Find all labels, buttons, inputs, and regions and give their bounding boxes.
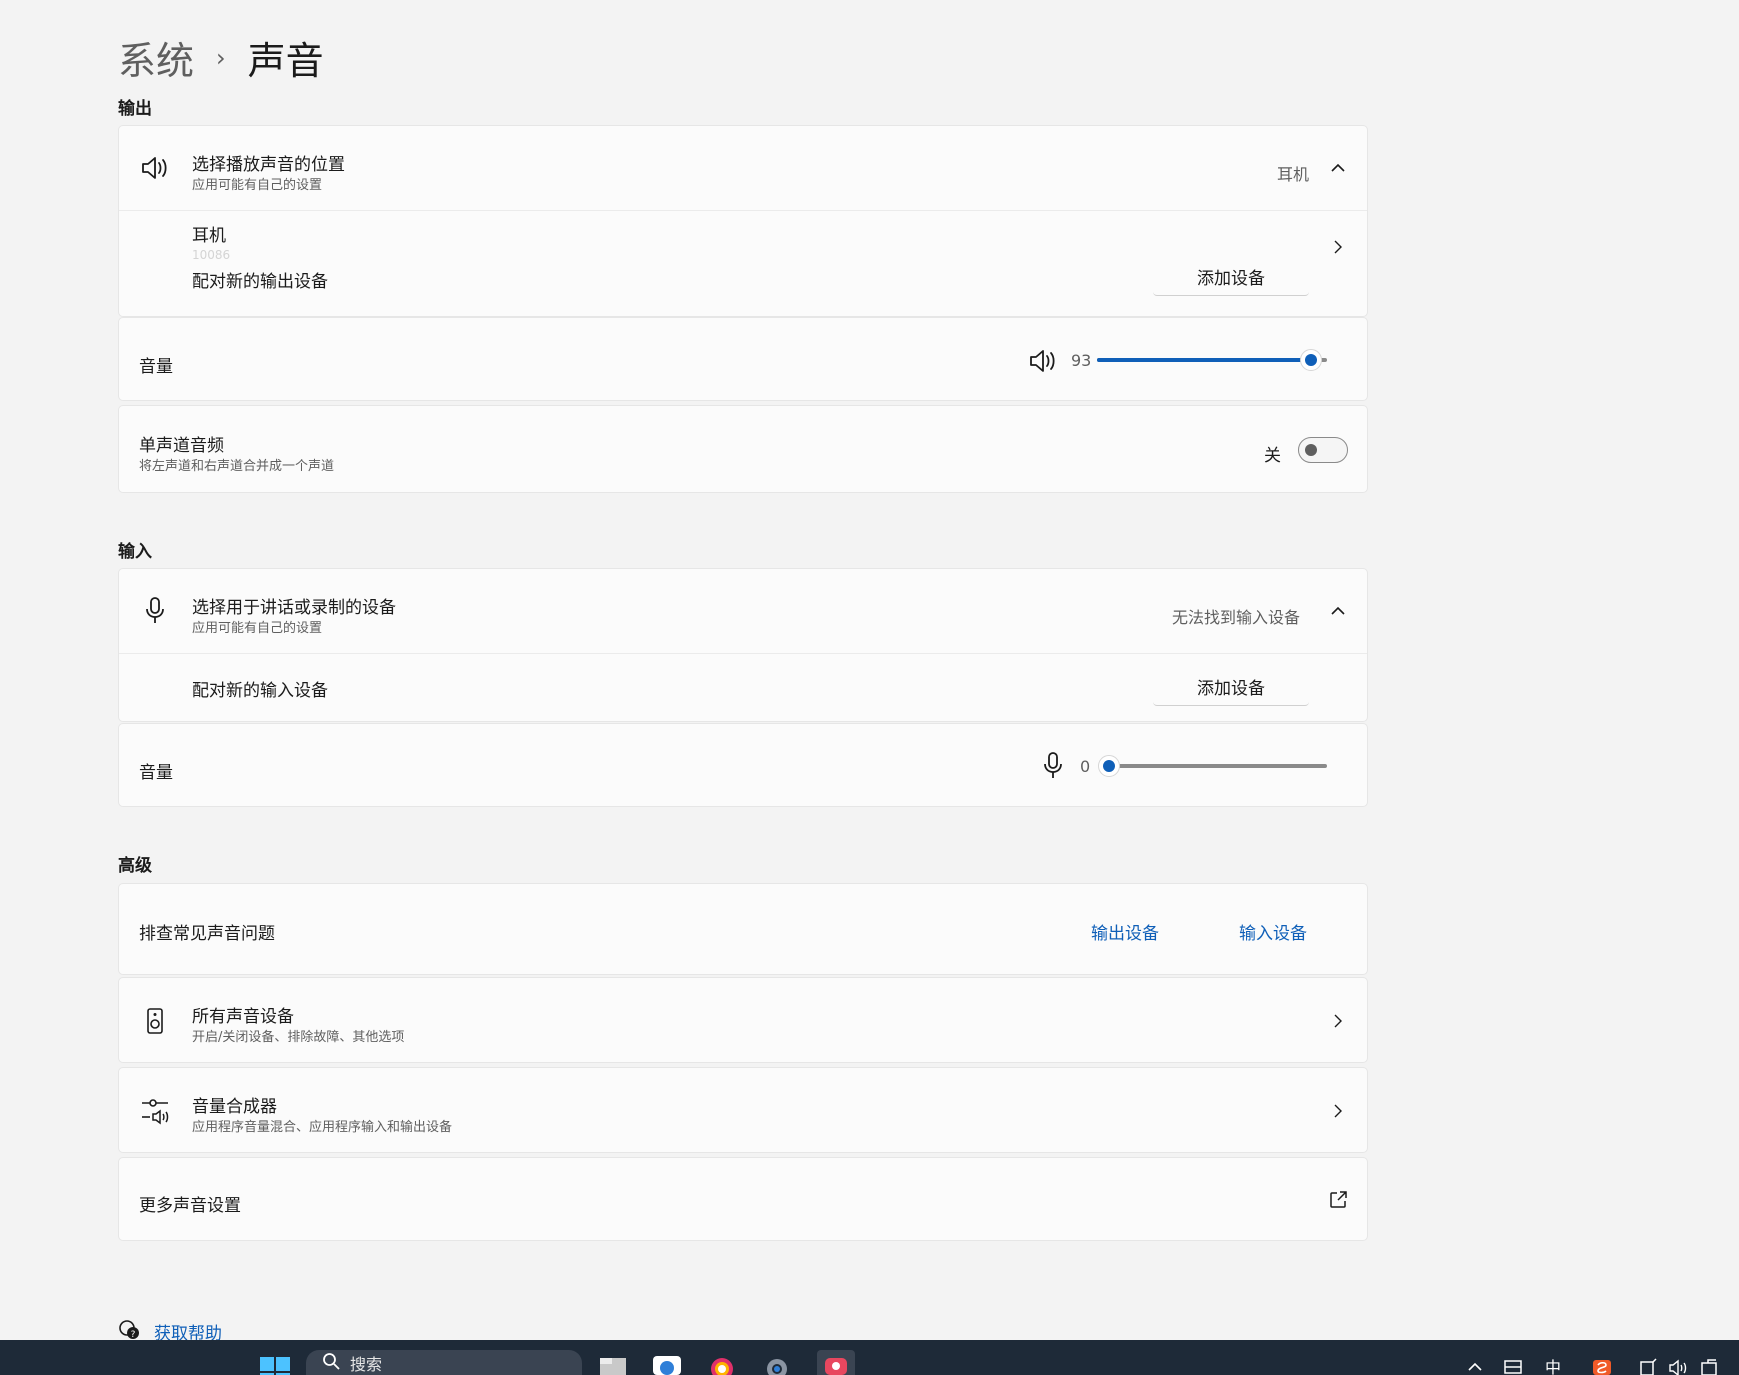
volume-mixer-subtitle: 应用程序音量混合、应用程序输入和输出设备 bbox=[192, 1120, 453, 1135]
chevron-right-icon[interactable] bbox=[1330, 239, 1346, 255]
pair-input-device-label: 配对新的输入设备 bbox=[192, 681, 328, 701]
mono-audio-toggle[interactable] bbox=[1298, 437, 1348, 463]
input-volume-slider[interactable] bbox=[1098, 755, 1327, 777]
all-sound-devices-title: 所有声音设备 bbox=[192, 1007, 294, 1027]
chevron-up-icon[interactable] bbox=[1330, 603, 1346, 619]
volume-mixer-card[interactable]: 音量合成器 应用程序音量混合、应用程序输入和输出设备 bbox=[118, 1067, 1368, 1153]
mono-audio-subtitle: 将左声道和右声道合并成一个声道 bbox=[139, 459, 335, 474]
page-title: 声音 bbox=[247, 39, 324, 83]
troubleshoot-input-link[interactable]: 输入设备 bbox=[1239, 919, 1307, 944]
speaker-icon bbox=[139, 152, 171, 184]
output-volume-thumb[interactable] bbox=[1299, 349, 1322, 371]
output-volume-slider[interactable] bbox=[1097, 349, 1327, 371]
all-sound-devices-card[interactable]: 所有声音设备 开启/关闭设备、排除故障、其他选项 bbox=[118, 977, 1368, 1063]
input-device-picker[interactable]: 选择用于讲话或录制的设备 应用可能有自己的设置 无法找到输入设备 bbox=[119, 569, 1367, 653]
section-title-advanced: 高级 bbox=[118, 856, 152, 876]
pair-output-device-label: 配对新的输出设备 bbox=[192, 272, 328, 292]
input-device-picker-title: 选择用于讲话或录制的设备 bbox=[192, 598, 396, 618]
settings-gear-icon[interactable] bbox=[762, 1354, 792, 1375]
sogou-ime-icon[interactable] bbox=[1592, 1356, 1612, 1375]
speaker-device-icon bbox=[139, 1005, 171, 1037]
layout-icon[interactable] bbox=[1503, 1356, 1523, 1375]
input-device-card: 选择用于讲话或录制的设备 应用可能有自己的设置 无法找到输入设备 配对新的输入设… bbox=[118, 568, 1368, 722]
breadcrumb-separator: › bbox=[216, 43, 226, 72]
input-volume-value: 0 bbox=[1080, 757, 1091, 776]
all-sound-devices-subtitle: 开启/关闭设备、排除故障、其他选项 bbox=[192, 1030, 405, 1045]
input-volume-thumb[interactable] bbox=[1098, 755, 1120, 777]
input-device-picker-subtitle: 应用可能有自己的设置 bbox=[192, 621, 323, 636]
taskbar-search[interactable]: 搜索 bbox=[306, 1350, 582, 1375]
taskbar-search-label: 搜索 bbox=[350, 1354, 383, 1374]
breadcrumb-parent[interactable]: 系统 bbox=[118, 30, 194, 85]
input-volume-card: 音量 0 bbox=[118, 723, 1368, 807]
divider bbox=[119, 653, 1367, 654]
add-output-device-button[interactable]: 添加设备 bbox=[1153, 258, 1309, 296]
output-volume-card: 音量 93 bbox=[118, 317, 1368, 401]
output-volume-value: 93 bbox=[1071, 351, 1092, 370]
external-link-icon[interactable] bbox=[1328, 1190, 1348, 1210]
output-device-picker-title: 选择播放声音的位置 bbox=[192, 155, 345, 175]
browser-icon[interactable] bbox=[652, 1354, 682, 1375]
toggle-knob bbox=[1305, 444, 1317, 456]
microphone-icon[interactable] bbox=[1037, 750, 1069, 782]
breadcrumb: 系统 › 声音 bbox=[118, 30, 324, 85]
output-volume-label: 音量 bbox=[139, 357, 173, 377]
mono-audio-title: 单声道音频 bbox=[139, 436, 224, 456]
output-device-name: 耳机 bbox=[192, 226, 226, 246]
output-volume-fill bbox=[1097, 358, 1311, 362]
add-input-device-button[interactable]: 添加设备 bbox=[1153, 668, 1309, 706]
microphone-icon bbox=[139, 595, 171, 627]
more-sound-settings-card[interactable]: 更多声音设置 bbox=[118, 1157, 1368, 1241]
color-app-icon[interactable] bbox=[707, 1354, 737, 1375]
output-device-item[interactable]: 耳机 10086 配对新的输出设备 添加设备 bbox=[119, 211, 1367, 318]
volume-mixer-icon bbox=[139, 1095, 171, 1127]
output-device-detail: 10086 bbox=[192, 248, 231, 262]
chevron-right-icon[interactable] bbox=[1330, 1013, 1346, 1029]
file-explorer-icon[interactable] bbox=[598, 1354, 628, 1375]
troubleshoot-label: 排查常见声音问题 bbox=[139, 924, 275, 944]
search-icon bbox=[322, 1352, 340, 1374]
svg-text:?: ? bbox=[131, 1330, 136, 1340]
volume-mixer-title: 音量合成器 bbox=[192, 1097, 277, 1117]
volume-icon[interactable] bbox=[1668, 1356, 1688, 1375]
chevron-up-icon[interactable] bbox=[1465, 1356, 1485, 1375]
more-sound-settings-label: 更多声音设置 bbox=[139, 1196, 241, 1216]
output-device-value: 耳机 bbox=[1277, 165, 1310, 184]
mono-audio-card: 单声道音频 将左声道和右声道合并成一个声道 关 bbox=[118, 405, 1368, 493]
section-title-output: 输出 bbox=[118, 99, 152, 119]
troubleshoot-card: 排查常见声音问题 输出设备 输入设备 bbox=[118, 883, 1368, 975]
output-device-picker-subtitle: 应用可能有自己的设置 bbox=[192, 178, 323, 193]
output-device-picker[interactable]: 选择播放声音的位置 应用可能有自己的设置 耳机 bbox=[119, 126, 1367, 210]
speaker-icon[interactable] bbox=[1027, 345, 1059, 377]
ime-indicator[interactable]: 中 bbox=[1545, 1354, 1561, 1375]
mono-audio-state: 关 bbox=[1264, 446, 1281, 466]
chevron-right-icon[interactable] bbox=[1330, 1103, 1346, 1119]
output-device-card: 选择播放声音的位置 应用可能有自己的设置 耳机 耳机 10086 配对新的输出设… bbox=[118, 125, 1368, 317]
input-volume-label: 音量 bbox=[139, 763, 173, 783]
troubleshoot-output-link[interactable]: 输出设备 bbox=[1091, 919, 1159, 944]
active-app-icon[interactable] bbox=[817, 1350, 855, 1375]
battery-icon[interactable] bbox=[1700, 1356, 1720, 1375]
network-icon[interactable] bbox=[1638, 1356, 1658, 1375]
input-device-value: 无法找到输入设备 bbox=[1172, 608, 1301, 627]
windows-start-icon[interactable] bbox=[260, 1354, 290, 1375]
chevron-up-icon[interactable] bbox=[1330, 160, 1346, 176]
taskbar: 搜索 中 bbox=[0, 1340, 1739, 1375]
section-title-input: 输入 bbox=[118, 542, 152, 562]
